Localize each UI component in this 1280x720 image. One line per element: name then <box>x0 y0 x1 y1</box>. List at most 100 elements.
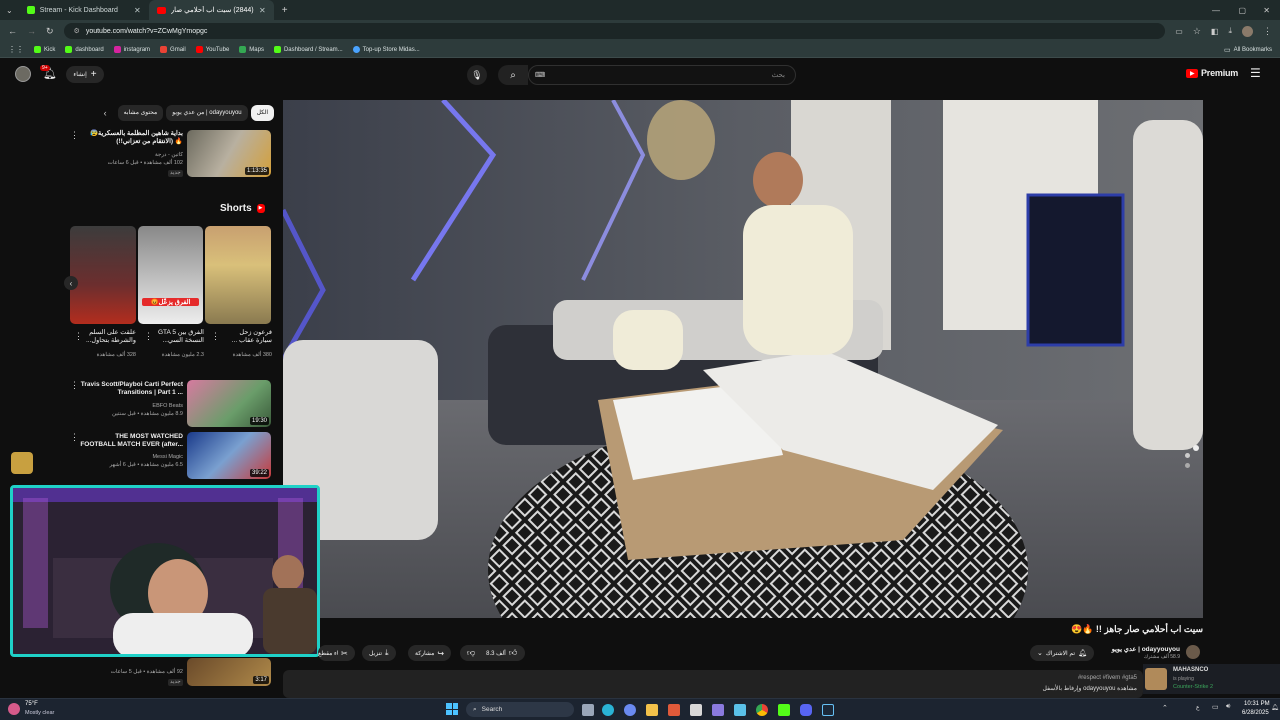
edge-icon[interactable] <box>602 704 614 716</box>
bookmark-maps[interactable]: Maps <box>239 46 264 53</box>
more-options-icon[interactable]: ⋮ <box>211 331 220 342</box>
chip-from-channel[interactable]: من عدي يويو | odayyouyou <box>166 105 248 121</box>
short-views: 2.3 مليون مشاهدة <box>161 352 204 358</box>
video-channel[interactable]: Messi Magic <box>80 454 183 461</box>
chip-related[interactable]: محتوى مشابه <box>117 105 164 121</box>
browser-menu-icon[interactable]: ⋮ <box>1263 26 1272 37</box>
taskbar-search[interactable]: ⌕ Search <box>466 702 574 717</box>
language-indicator[interactable]: ع <box>1196 704 1200 711</box>
bookmark-topup[interactable]: Top-up Store Midas... <box>352 46 420 53</box>
download-icon[interactable]: ⤓ <box>1228 26 1232 36</box>
more-options-icon[interactable]: ⋮ <box>70 130 79 141</box>
short-thumbnail[interactable] <box>70 226 136 324</box>
office-icon[interactable] <box>668 704 680 716</box>
profile-avatar[interactable] <box>1242 25 1253 37</box>
share-button[interactable]: مشاركة ↪ <box>408 645 452 661</box>
channel-avatar[interactable] <box>1186 645 1200 659</box>
bookmark-instagram[interactable]: instagram <box>113 46 150 53</box>
network-icon[interactable]: ▭ <box>1212 703 1219 711</box>
reload-icon[interactable]: ↻ <box>46 26 54 37</box>
channel-name[interactable]: عدي يويو | odayyouyou <box>1090 645 1180 653</box>
shorts-prev-icon[interactable]: ‹ <box>64 276 78 290</box>
notepad-icon[interactable] <box>734 704 746 716</box>
video-thumbnail[interactable]: 39:22 <box>187 432 271 479</box>
short-title[interactable]: الفرق بين GTA 5 النسخة السي... <box>154 329 204 345</box>
windows-start-icon[interactable] <box>446 703 458 715</box>
short-title[interactable]: علقت على السلم والشرطة بتحاول... <box>86 329 136 345</box>
video-channel[interactable]: EBFO Beats <box>80 403 183 410</box>
file-explorer-icon[interactable] <box>646 704 658 716</box>
video-thumbnail[interactable]: 3:17 <box>187 658 271 686</box>
more-options-icon[interactable]: ⋮ <box>70 432 79 443</box>
youtube-premium-logo[interactable]: ▶ Premium <box>1186 68 1238 78</box>
like-icon[interactable]: 👍︎ <box>509 648 517 658</box>
url-field[interactable]: ⚙ youtube.com/watch?v=ZCwMgYmopgc <box>63 23 1166 39</box>
clock-time[interactable]: 10:31 PM <box>1244 701 1270 707</box>
cast-icon[interactable]: ▭ <box>1175 27 1183 36</box>
video-meta: 8.9 مليون مشاهدة • قبل سنتين <box>112 411 183 417</box>
description-box[interactable]: #respect #fivem #gta5 مشاهدة odayyouyou … <box>283 670 1143 698</box>
close-icon[interactable]: ✕ <box>134 6 141 15</box>
short-title[interactable]: فرعون زحل سيارة عقاب ... <box>222 329 272 345</box>
bookmark-kick[interactable]: Kick <box>34 46 55 53</box>
weather-temp[interactable]: 75°F <box>25 701 38 707</box>
short-thumbnail[interactable] <box>205 226 271 324</box>
task-view-icon[interactable] <box>582 704 594 716</box>
create-button[interactable]: إنشاء + <box>66 66 104 83</box>
short-thumbnail[interactable]: الفرق يزعّل😡 <box>138 226 203 324</box>
volume-icon[interactable]: 🔊︎ <box>1226 703 1230 711</box>
dislike-icon[interactable]: 👎︎ <box>467 648 475 658</box>
video-channel[interactable]: كاتين - درجة <box>85 152 183 159</box>
tab-search-icon[interactable]: ⌄ <box>0 6 19 15</box>
youtube-header: 🔔︎ 9+ إنشاء + 🎙︎ ⌕ ⌨ بحث ▶ Premium ☰ <box>0 58 1280 92</box>
download-button[interactable]: تنزيل ⤓ <box>362 645 396 661</box>
tab-kick-dashboard[interactable]: Stream - Kick Dashboard ✕ <box>19 0 149 20</box>
avatar[interactable] <box>15 66 31 82</box>
video-title[interactable]: THE MOST WATCHED FOOTBALL MATCH EVER (af… <box>80 433 183 449</box>
video-title[interactable]: Travis Scott/Playboi Carti Perfect Trans… <box>80 381 183 397</box>
hashtags[interactable]: #respect #fivem #gta5 <box>1078 675 1137 681</box>
search-icon[interactable]: ⌕ <box>498 65 528 85</box>
maximize-icon[interactable]: ▢ <box>1238 6 1246 15</box>
back-icon[interactable]: ← <box>8 26 17 36</box>
copilot-icon[interactable] <box>624 704 636 716</box>
chevron-left-icon[interactable]: ‹ <box>104 108 107 118</box>
clip-button[interactable]: إنشاء مقطع ✂ <box>318 645 355 661</box>
extensions-icon[interactable]: ◧ <box>1211 27 1219 36</box>
voice-search-icon[interactable]: 🎙︎ <box>467 65 487 85</box>
media-icon[interactable] <box>712 704 724 716</box>
all-bookmarks[interactable]: ▭ All Bookmarks <box>1224 46 1272 54</box>
app-icon[interactable] <box>690 704 702 716</box>
subscribed-button[interactable]: ⌄ تم الاشتراك 🔔︎ <box>1030 645 1094 661</box>
more-options-icon[interactable]: ⋮ <box>74 331 83 342</box>
bookmark-dashboard-stream[interactable]: Dashboard / Stream... <box>273 46 343 53</box>
bookmark-star-icon[interactable]: ☆ <box>1193 26 1201 37</box>
notification-center-icon[interactable]: 🔔︎ <box>1271 704 1279 711</box>
video-title[interactable]: بداية شاهين المظلمة بالعسكرية😰🔥 (الانتقا… <box>85 130 183 146</box>
tab-youtube-video[interactable]: (2844) سيت اب أحلامي صار ✕ <box>148 0 274 20</box>
discord-icon[interactable] <box>800 704 812 716</box>
bookmark-gmail[interactable]: Gmail <box>160 46 186 53</box>
chip-all[interactable]: الكل <box>250 105 274 121</box>
bookmark-youtube[interactable]: YouTube <box>195 46 229 53</box>
chrome-icon[interactable] <box>756 704 768 716</box>
menu-icon[interactable]: ☰ <box>1250 66 1261 80</box>
video-player[interactable] <box>283 100 1203 618</box>
close-window-icon[interactable]: ✕ <box>1263 6 1270 15</box>
close-icon[interactable]: ✕ <box>259 6 266 15</box>
video-thumbnail[interactable]: 1:13:35 <box>187 130 271 177</box>
video-thumbnail[interactable]: 19:30 <box>187 380 271 427</box>
shorts-icon: ▶ <box>256 204 265 213</box>
kick-icon[interactable] <box>778 704 790 716</box>
new-tab-button[interactable]: + <box>274 5 296 16</box>
more-options-icon[interactable]: ⋮ <box>144 331 153 342</box>
minimize-icon[interactable]: — <box>1212 6 1220 15</box>
search-input[interactable]: ⌨ بحث <box>528 65 796 85</box>
kick-icon <box>26 6 35 14</box>
apps-icon[interactable]: ⋮⋮ <box>8 45 24 54</box>
more-options-icon[interactable]: ⋮ <box>70 380 79 391</box>
bookmark-dashboard[interactable]: dashboard <box>65 46 104 53</box>
steam-icon[interactable] <box>822 704 834 716</box>
forward-icon[interactable]: → <box>27 26 36 36</box>
tray-chevron-icon[interactable]: ⌃ <box>1162 704 1168 712</box>
